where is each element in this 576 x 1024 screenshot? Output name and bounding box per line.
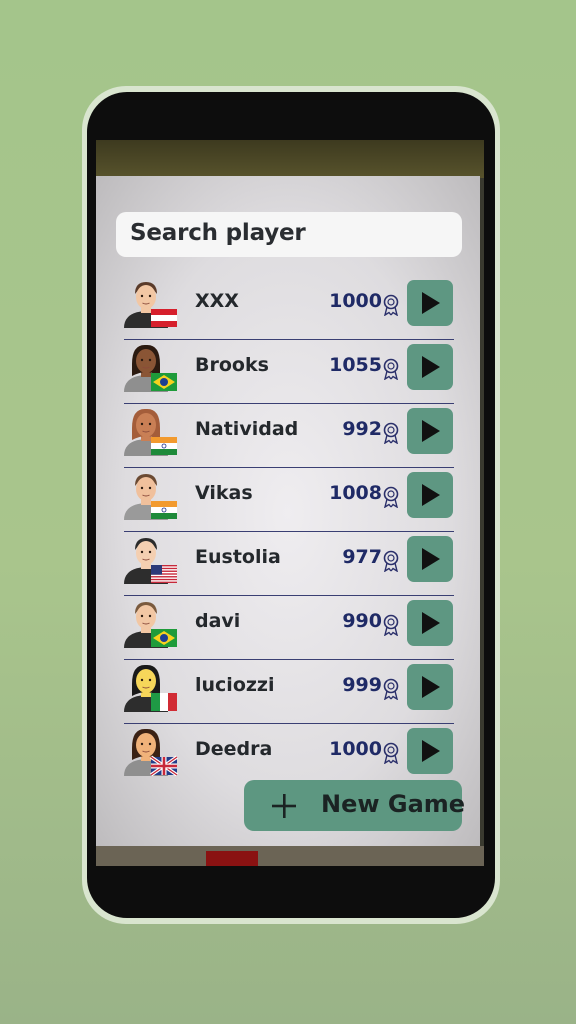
play-button[interactable] bbox=[407, 664, 453, 710]
player-row: XXX 1000 bbox=[122, 276, 454, 340]
player-score: 990 bbox=[342, 610, 382, 632]
player-name: XXX bbox=[195, 290, 239, 312]
player-score: 992 bbox=[342, 418, 382, 440]
player-name: luciozzi bbox=[195, 674, 275, 696]
player-avatar bbox=[122, 406, 178, 456]
player-row: luciozzi 999 bbox=[122, 660, 454, 724]
player-avatar bbox=[122, 278, 178, 328]
medal-icon bbox=[382, 678, 400, 701]
search-placeholder: Search player bbox=[130, 220, 306, 246]
play-button[interactable] bbox=[407, 536, 453, 582]
player-row: Natividad 992 bbox=[122, 404, 454, 468]
player-avatar bbox=[122, 470, 178, 520]
new-game-label: New Game bbox=[321, 790, 466, 818]
player-row: Brooks 1055 bbox=[122, 340, 454, 404]
player-avatar bbox=[122, 662, 178, 712]
medal-icon bbox=[382, 742, 400, 765]
player-score: 1000 bbox=[329, 738, 382, 760]
player-name: Eustolia bbox=[195, 546, 281, 568]
player-avatar bbox=[122, 598, 178, 648]
player-score: 1055 bbox=[329, 354, 382, 376]
player-name: Brooks bbox=[195, 354, 269, 376]
plus-icon bbox=[272, 794, 296, 818]
player-name: Vikas bbox=[195, 482, 253, 504]
play-button[interactable] bbox=[407, 728, 453, 774]
player-name: davi bbox=[195, 610, 241, 632]
player-score: 977 bbox=[342, 546, 382, 568]
player-name: Deedra bbox=[195, 738, 273, 760]
play-button[interactable] bbox=[407, 408, 453, 454]
player-row: Eustolia 977 bbox=[122, 532, 454, 596]
background-board-top bbox=[96, 140, 484, 178]
medal-icon bbox=[382, 550, 400, 573]
player-name: Natividad bbox=[195, 418, 299, 440]
player-row: davi 990 bbox=[122, 596, 454, 660]
player-score: 1008 bbox=[329, 482, 382, 504]
player-score: 1000 bbox=[329, 290, 382, 312]
player-avatar bbox=[122, 726, 178, 777]
background-board-bottom bbox=[96, 846, 484, 866]
player-avatar bbox=[122, 534, 178, 584]
medal-icon bbox=[382, 422, 400, 445]
play-button[interactable] bbox=[407, 280, 453, 326]
play-button[interactable] bbox=[407, 472, 453, 518]
medal-icon bbox=[382, 358, 400, 381]
player-avatar bbox=[122, 342, 178, 392]
player-score: 999 bbox=[342, 674, 382, 696]
player-row: Vikas 1008 bbox=[122, 468, 454, 532]
medal-icon bbox=[382, 486, 400, 509]
medal-icon bbox=[382, 614, 400, 637]
play-button[interactable] bbox=[407, 600, 453, 646]
play-button[interactable] bbox=[407, 344, 453, 390]
medal-icon bbox=[382, 294, 400, 317]
background-red-strip bbox=[206, 851, 258, 866]
player-row: Deedra 1000 bbox=[122, 724, 454, 788]
